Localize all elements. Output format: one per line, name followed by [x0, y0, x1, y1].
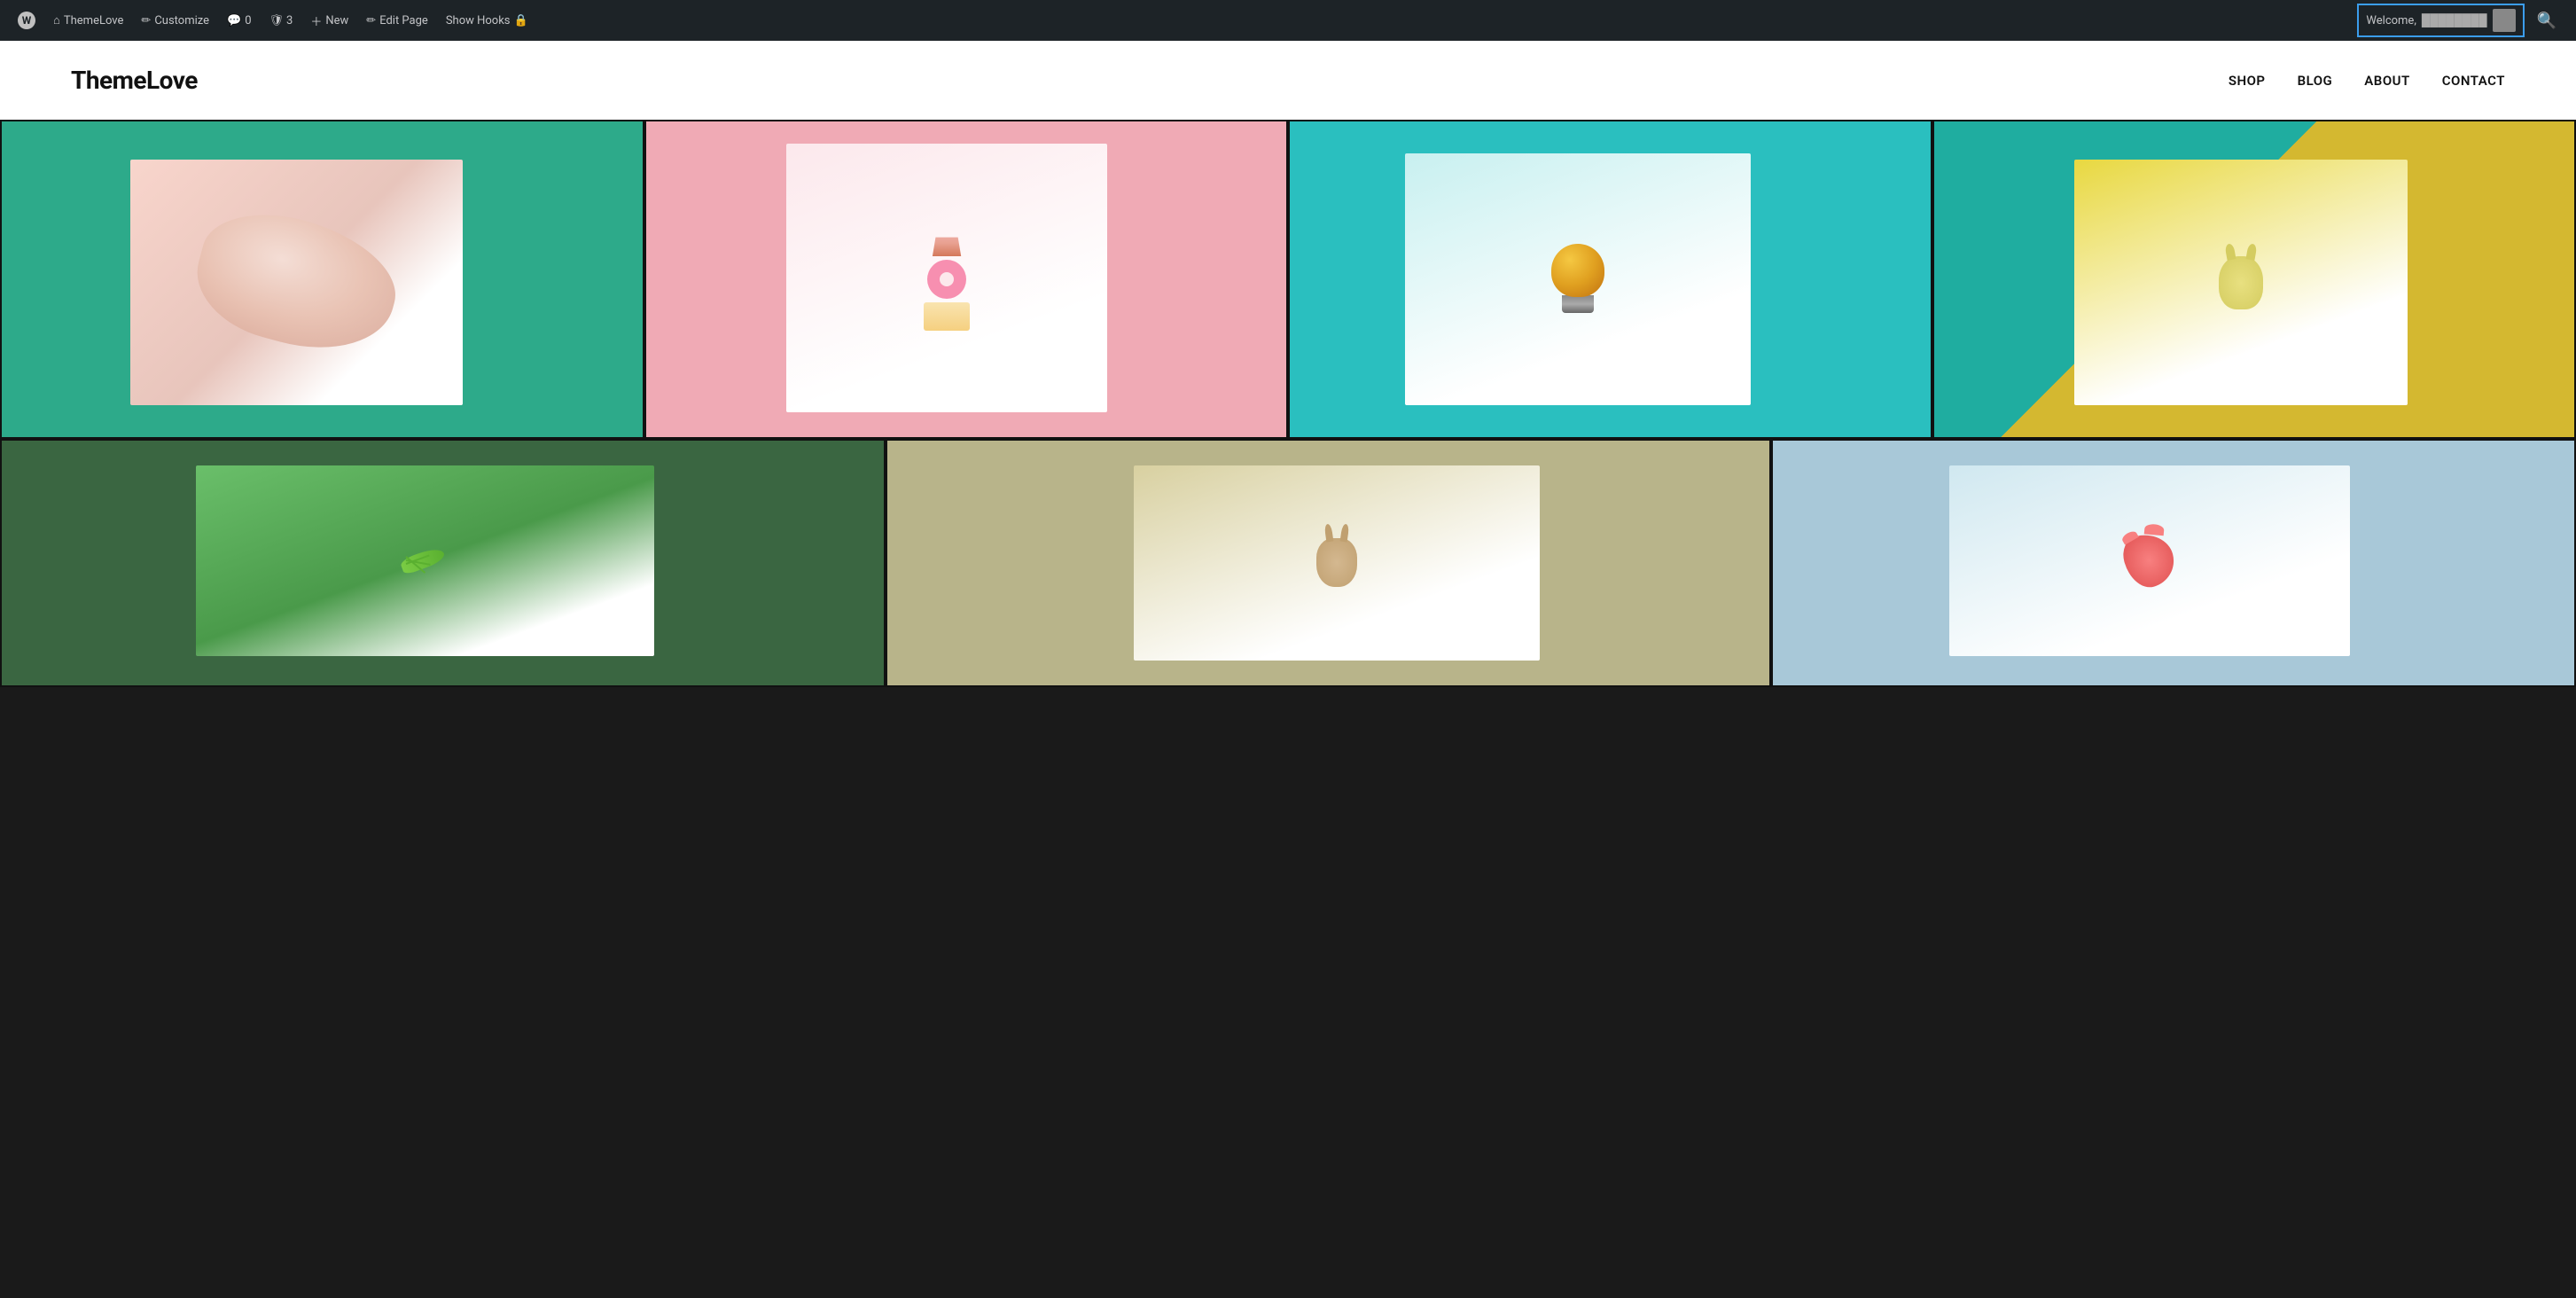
gallery-item-1[interactable] [0, 120, 644, 439]
nav-shop[interactable]: SHOP [2229, 73, 2266, 89]
gallery-item-3[interactable] [1288, 120, 1932, 439]
show-hooks-button[interactable]: Show Hooks 🔒 [439, 0, 535, 41]
gallery-item-6[interactable] [886, 439, 1771, 687]
site-name-button[interactable]: ⌂ ThemeLove [46, 0, 130, 41]
site-header: ThemeLove SHOP BLOG ABOUT CONTACT [0, 41, 2576, 120]
wordpress-icon: W [18, 12, 35, 29]
admin-search-button[interactable]: 🔍 [2528, 0, 2565, 41]
grasshopper-object [394, 538, 456, 583]
comment-icon: 💬 [227, 14, 241, 27]
nav-about[interactable]: ABOUT [2364, 73, 2409, 89]
site-navigation: SHOP BLOG ABOUT CONTACT [2229, 73, 2505, 89]
avatar [2493, 9, 2516, 32]
gallery-card-4 [2074, 160, 2408, 406]
plus-icon: ＋ [310, 12, 322, 29]
edit-page-label: Edit Page [379, 14, 428, 27]
comments-count: 0 [245, 14, 251, 27]
site-name-label: ThemeLove [64, 14, 124, 27]
gallery-card-6 [1134, 465, 1540, 661]
security-count: 3 [286, 14, 293, 27]
lock-icon: 🔒 [514, 14, 528, 27]
wp-logo-button[interactable]: W [11, 0, 43, 41]
gallery-card-5 [196, 465, 654, 656]
bulb-globe [1551, 244, 1604, 297]
site-title[interactable]: ThemeLove [71, 66, 198, 95]
goat-object [2219, 256, 2263, 309]
search-icon: 🔍 [2537, 12, 2556, 30]
gallery-card-1 [130, 160, 464, 406]
gallery-card-3 [1405, 153, 1751, 406]
cake-object [924, 302, 970, 331]
shield-icon: 🛡 [269, 14, 285, 27]
welcome-user-button[interactable]: Welcome, ████████ [2357, 4, 2524, 37]
hooks-label: Show Hooks [446, 14, 511, 27]
gallery-row-2 [0, 439, 2576, 687]
comments-button[interactable]: 💬 0 [220, 0, 259, 41]
site-icon: ⌂ [53, 13, 60, 27]
admin-bar: W ⌂ ThemeLove ✏ Customize 💬 0 🛡 3 ＋ New … [0, 0, 2576, 41]
customize-button[interactable]: ✏ Customize [134, 0, 216, 41]
pencil-icon: ✏ [141, 14, 151, 27]
gallery-item-2[interactable] [644, 120, 1289, 439]
gallery-item-5[interactable] [0, 439, 886, 687]
new-button[interactable]: ＋ New [303, 0, 355, 41]
gallery-item-7[interactable] [1771, 439, 2576, 687]
nav-contact[interactable]: CONTACT [2442, 73, 2505, 89]
cupcake-object [931, 224, 963, 256]
deer-object [1316, 538, 1357, 587]
security-button[interactable]: 🛡 3 [262, 0, 301, 41]
username-label: ████████ [2422, 13, 2487, 27]
pink-animal-object [2119, 528, 2180, 592]
lightbulb-object [1550, 244, 1606, 315]
customize-label: Customize [154, 14, 209, 27]
donut-object [927, 260, 966, 299]
gallery-item-4[interactable] [1932, 120, 2576, 439]
new-label: New [325, 14, 348, 27]
bulb-base [1562, 295, 1594, 313]
gallery-card-2 [786, 144, 1106, 412]
edit-pencil-icon: ✏ [366, 14, 376, 27]
edit-page-button[interactable]: ✏ Edit Page [359, 0, 435, 41]
gallery-row-1 [0, 120, 2576, 439]
welcome-label: Welcome, [2366, 14, 2416, 27]
stone-object [184, 197, 410, 367]
gallery [0, 120, 2576, 687]
gallery-card-7 [1949, 465, 2350, 656]
nav-blog[interactable]: BLOG [2298, 73, 2333, 89]
